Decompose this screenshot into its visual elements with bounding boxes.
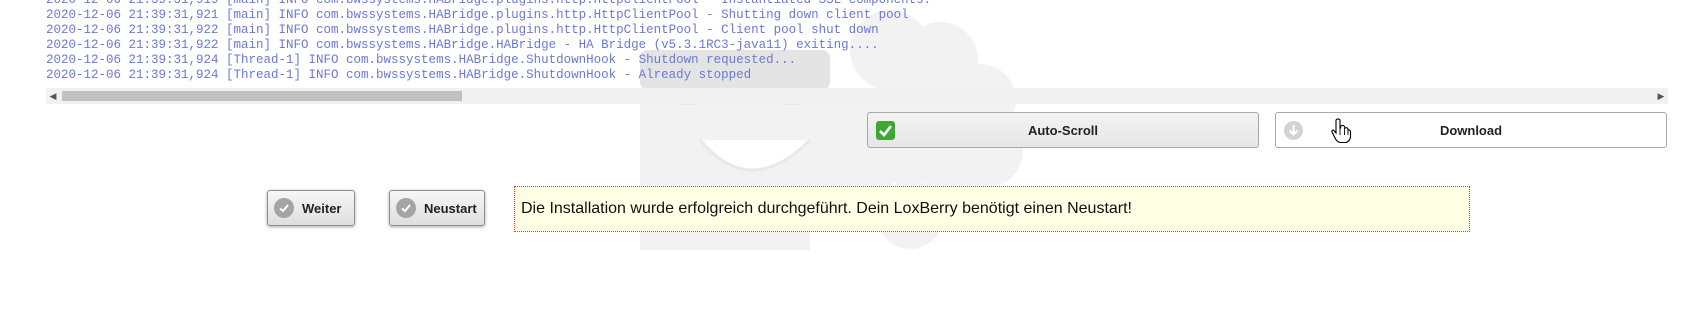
log-line: 2020-12-06 21:39:31,921 [main] INFO com.… [46,8,909,22]
download-label: Download [1439,122,1503,138]
weiter-label: Weiter [302,200,342,216]
download-arrow-icon [1284,121,1303,140]
horizontal-scroll-thumb[interactable] [62,91,462,101]
check-circle-icon [396,198,416,218]
log-viewer[interactable]: 2020-12-06 21:39:31,919 [main] INFO com.… [44,0,1684,88]
log-line: 2020-12-06 21:39:31,922 [main] INFO com.… [46,38,879,52]
log-line: 2020-12-06 21:39:31,924 [Thread-1] INFO … [46,68,752,82]
weiter-button[interactable]: Weiter [267,190,355,226]
checkbox-checked-icon[interactable] [876,121,895,140]
scroll-left-arrow-icon[interactable]: ◀ [48,91,58,101]
installation-success-notice: Die Installation wurde erfolgreich durch… [514,186,1470,232]
scroll-right-arrow-icon[interactable]: ▶ [1656,91,1666,101]
hand-pointer-cursor-icon [1331,118,1352,144]
notice-message: Die Installation wurde erfolgreich durch… [521,200,1132,217]
check-circle-icon [274,198,294,218]
log-line: 2020-12-06 21:39:31,922 [main] INFO com.… [46,23,879,37]
auto-scroll-label: Auto-Scroll [1027,122,1099,138]
log-line: 2020-12-06 21:39:31,924 [Thread-1] INFO … [46,53,797,67]
neustart-button[interactable]: Neustart [389,190,485,226]
log-horizontal-scrollbar[interactable]: ◀ ▶ [46,88,1668,104]
auto-scroll-button[interactable]: Auto-Scroll [867,112,1259,148]
neustart-label: Neustart [424,200,477,216]
